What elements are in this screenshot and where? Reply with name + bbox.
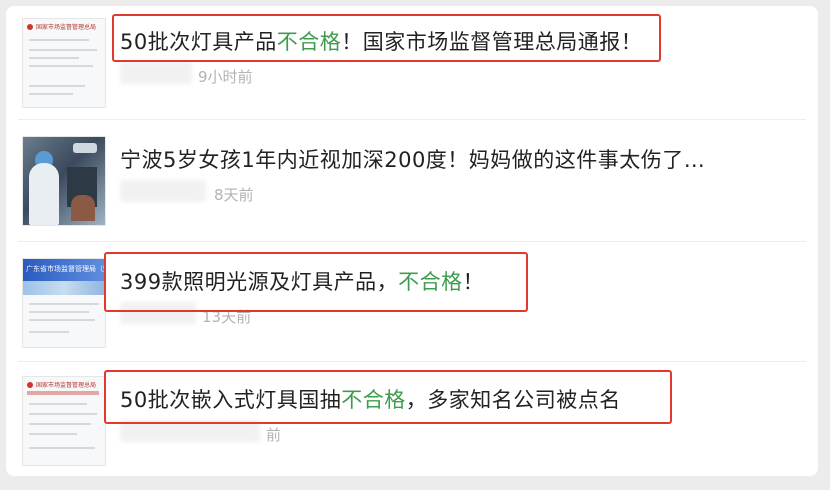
text-line (29, 57, 79, 59)
red-highlight-frame (104, 370, 672, 424)
text-line (29, 65, 93, 67)
emblem-icon (27, 382, 33, 388)
text-line (29, 331, 69, 333)
document-thumbnail[interactable]: 国家市场监督管理总局 (22, 18, 106, 108)
divider (18, 361, 806, 362)
text-line (29, 403, 87, 405)
lamp-shape (73, 143, 97, 153)
red-highlight-frame (104, 252, 528, 312)
text-line (29, 423, 91, 425)
blurred-source (120, 62, 192, 84)
text-line (29, 447, 95, 449)
news-feed-card: 国家市场监督管理总局 50批次灯具产品不合格！国家市场监督管理总局通报！ 9小时… (6, 6, 818, 476)
news-title[interactable]: 宁波5岁女孩1年内近视加深200度！妈妈做的这件事太伤了… (120, 144, 705, 174)
news-item[interactable]: 国家市场监督管理总局 50批次灯具产品不合格！国家市场监督管理总局通报！ 9小时… (6, 6, 818, 121)
red-highlight-frame (112, 14, 661, 62)
blurred-source (120, 180, 206, 202)
text-line (29, 85, 85, 87)
divider (18, 241, 806, 242)
news-item[interactable]: 广东省市场监督管理局（知识 399款照明光源及灯具产品，不合格！ 13天前 (6, 246, 818, 361)
text-line (29, 49, 97, 51)
text-line (29, 39, 89, 41)
thumbnail-header-text: 国家市场监督管理总局 (36, 24, 97, 31)
news-item[interactable]: 国家市场监督管理总局 50批次嵌入式灯具国抽不合格，多家知名公司被点名 前 (6, 364, 818, 479)
thumbnail-header-text: 广东省市场监督管理局（知识 (26, 265, 105, 273)
news-item[interactable]: 宁波5岁女孩1年内近视加深200度！妈妈做的这件事太伤了… 8天前 (6, 124, 818, 239)
photo-thumbnail[interactable] (22, 136, 106, 226)
text-line (29, 93, 73, 95)
banner-scene (23, 281, 105, 295)
publish-time: 前 (266, 426, 282, 444)
document-thumbnail[interactable]: 广东省市场监督管理局（知识 (22, 258, 106, 348)
text-line (29, 433, 77, 435)
text-line (29, 319, 95, 321)
title-text: 宁波5岁女孩1年内近视加深200度！妈妈做的这件事太伤了… (120, 148, 706, 172)
text-line (29, 413, 97, 415)
thumbnail-header-text: 国家市场监督管理总局 (36, 382, 97, 389)
doctor-body-shape (29, 163, 59, 225)
publish-time: 9小时前 (198, 68, 253, 86)
text-line (29, 311, 89, 313)
header-rule (27, 391, 99, 395)
publish-time: 8天前 (214, 186, 254, 204)
text-line (29, 303, 99, 305)
child-shape (71, 195, 95, 221)
document-thumbnail[interactable]: 国家市场监督管理总局 (22, 376, 106, 466)
emblem-icon (27, 24, 33, 30)
divider (18, 119, 806, 120)
